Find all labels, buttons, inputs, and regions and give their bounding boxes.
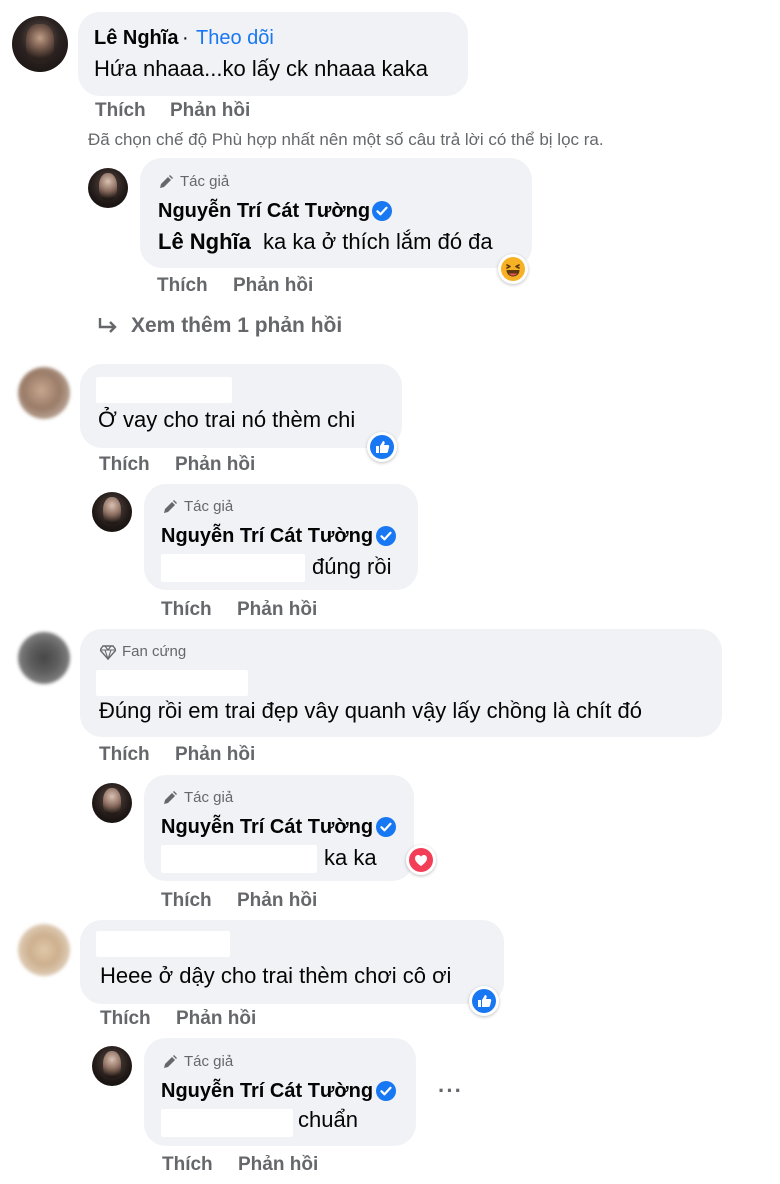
fan-badge: Fan cứng [100,643,186,660]
like-button[interactable]: Thích [161,890,212,912]
verified-icon [372,201,392,221]
reply-author[interactable]: Nguyễn Trí Cát Tường [161,816,373,839]
love-icon [409,848,433,872]
pencil-icon [164,790,177,804]
redacted-mention [161,1109,293,1137]
like-icon [370,435,394,459]
verified-icon [376,526,396,546]
like-button[interactable]: Thích [161,599,212,621]
redacted-name [96,377,232,403]
redacted-name [96,931,230,957]
like-button[interactable]: Thích [157,275,208,297]
author-badge: Tác giả [162,789,233,806]
comment-author[interactable]: Lê Nghĩa [94,27,178,50]
comment-text: Ở vay cho trai nó thèm chi [98,407,356,432]
verified-icon [376,1081,396,1101]
avatar[interactable] [88,168,128,208]
reply-arrow-icon [98,318,117,333]
avatar[interactable] [12,16,68,72]
haha-reaction[interactable] [498,254,528,284]
like-reaction[interactable] [367,432,397,462]
love-reaction[interactable] [406,845,436,875]
reply-button[interactable]: Phản hồi [237,890,317,912]
diamond-icon [100,644,116,660]
reply-button[interactable]: Phản hồi [175,744,255,766]
pencil-icon [164,1054,177,1068]
like-button[interactable]: Thích [100,1008,151,1030]
author-badge-label: Tác giả [184,1053,234,1070]
author-badge-label: Tác giả [184,789,234,806]
like-icon [472,989,496,1013]
like-button[interactable]: Thích [95,100,146,122]
author-badge-label: Tác giả [184,498,234,515]
avatar[interactable] [92,492,132,532]
like-button[interactable]: Thích [99,454,150,476]
haha-icon [501,257,525,281]
redacted-mention [161,845,317,873]
follow-link[interactable]: Theo dõi [196,27,274,50]
avatar[interactable] [92,783,132,823]
reply-author[interactable]: Nguyễn Trí Cát Tường [161,525,373,548]
reply-button[interactable]: Phản hồi [238,1154,318,1176]
reply-text: ka ka [324,845,377,870]
reply-button[interactable]: Phản hồi [170,100,250,122]
view-more-replies[interactable]: Xem thêm 1 phản hồi [97,314,342,338]
comment-bubble [78,12,468,96]
filter-note: Đã chọn chế độ Phù hợp nhất nên một số c… [88,130,604,149]
fan-badge-label: Fan cứng [122,643,187,660]
view-more-label: Xem thêm 1 phản hồi [131,314,343,337]
separator-dot: · [182,27,189,49]
mention-link[interactable]: Lê Nghĩa [158,229,251,255]
reply-text: chuẩn [298,1107,358,1132]
comment-text: Hứa nhaaa...ko lấy ck nhaaa kaka [94,56,428,81]
reply-author[interactable]: Nguyễn Trí Cát Tường [161,1080,373,1103]
like-reaction[interactable] [469,986,499,1016]
author-badge: Tác giả [162,1053,233,1070]
redacted-mention [161,554,305,582]
like-button[interactable]: Thích [99,744,150,766]
reply-button[interactable]: Phản hồi [175,454,255,476]
avatar[interactable] [18,924,70,976]
pencil-icon [160,174,173,188]
author-badge: Tác giả [158,173,229,190]
redacted-name [96,670,248,696]
reply-text: đúng rồi [312,554,392,579]
verified-icon [376,817,396,837]
like-button[interactable]: Thích [162,1154,213,1176]
reply-button[interactable]: Phản hồi [176,1008,256,1030]
reply-author[interactable]: Nguyễn Trí Cát Tường [158,200,370,223]
pencil-icon [164,499,177,513]
author-badge: Tác giả [162,498,233,515]
avatar[interactable] [18,367,70,419]
more-options-icon[interactable]: ··· [438,1078,463,1104]
comment-text: Heee ở dậy cho trai thèm chơi cô ơi [100,963,452,988]
avatar[interactable] [18,632,70,684]
comment-text: Đúng rồi em trai đẹp vây quanh vậy lấy c… [99,698,642,723]
author-badge-label: Tác giả [180,173,230,190]
reply-button[interactable]: Phản hồi [233,275,313,297]
avatar[interactable] [92,1046,132,1086]
reply-button[interactable]: Phản hồi [237,599,317,621]
reply-text: ka ka ở thích lắm đó đa [263,229,493,254]
